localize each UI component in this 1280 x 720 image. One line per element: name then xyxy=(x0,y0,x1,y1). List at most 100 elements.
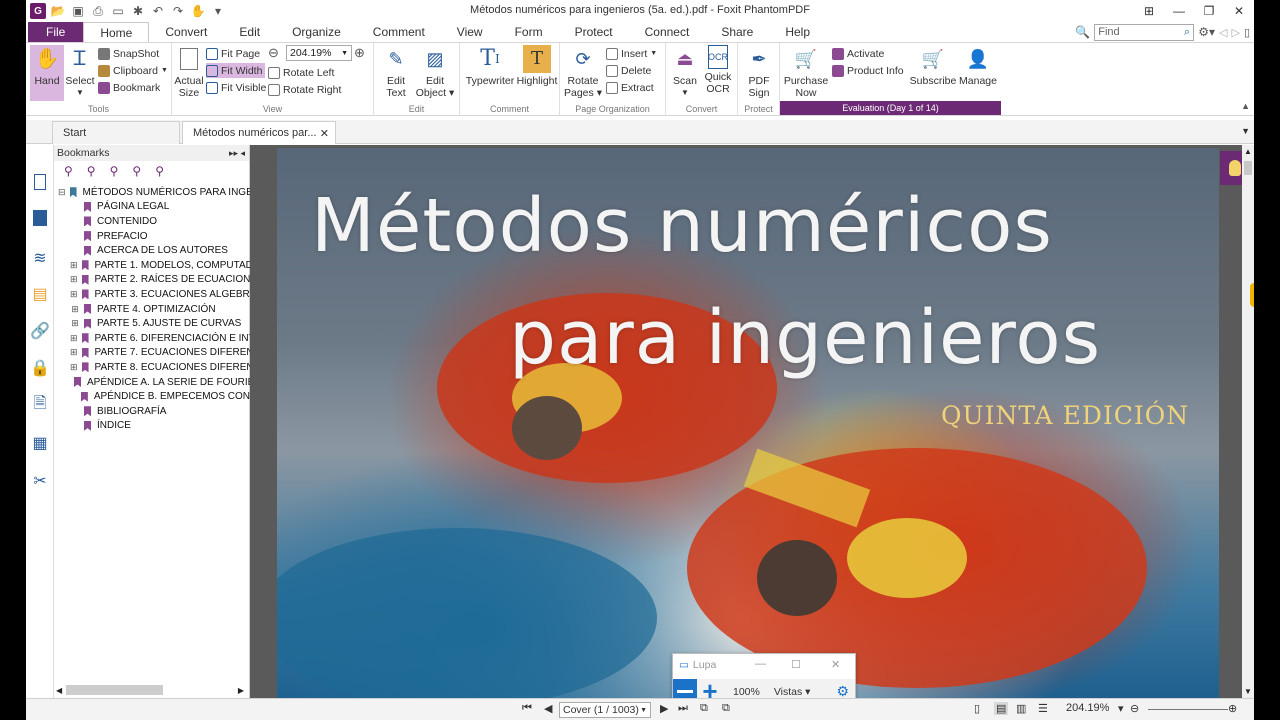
zoom-select[interactable]: 204.19% ▼ xyxy=(286,45,352,61)
edit-object-button[interactable]: ▨ Edit Object ▾ xyxy=(414,45,456,99)
previous-view-icon[interactable]: ⧉ xyxy=(700,702,708,715)
rotate-left-button[interactable]: Rotate Left xyxy=(268,65,334,80)
forward-icon[interactable]: ▷ xyxy=(1231,26,1239,39)
bookmark-item[interactable]: APÉNDICE B. EMPECEMOS CON xyxy=(54,389,250,404)
zoom-out-icon[interactable]: ⊖ xyxy=(268,45,279,61)
panel-collapse-icons[interactable]: ▸▸ ◂ xyxy=(229,148,245,159)
next-view-icon[interactable]: ⧉ xyxy=(722,702,730,715)
close-button[interactable]: ✕ xyxy=(1224,0,1254,22)
scroll-thumb[interactable] xyxy=(66,685,163,695)
scroll-down-icon[interactable]: ▼ xyxy=(1244,687,1252,696)
settings-gear-icon[interactable]: ⚙ xyxy=(836,683,849,698)
status-zoom-in-icon[interactable]: ⊕ xyxy=(1228,702,1237,715)
tab-help[interactable]: Help xyxy=(769,22,826,42)
bookmark-item[interactable]: PREFACIO xyxy=(54,229,250,244)
scroll-thumb[interactable] xyxy=(1244,161,1252,175)
expand-toggle-icon[interactable]: ⊞ xyxy=(70,318,80,329)
rotate-pages-button[interactable]: ⟳ Rotate Pages ▾ xyxy=(564,45,602,99)
layers-icon[interactable]: ≋ xyxy=(31,249,49,267)
open-icon[interactable]: 📂 xyxy=(50,3,66,19)
attachment-icon[interactable]: 🔗 xyxy=(30,322,50,340)
expand-toggle-icon[interactable]: ⊞ xyxy=(70,347,78,358)
tab-home[interactable]: Home xyxy=(83,22,150,42)
tab-connect[interactable]: Connect xyxy=(629,22,706,42)
redo-icon[interactable]: ↷ xyxy=(170,3,186,19)
typewriter-button[interactable]: TI Typewriter xyxy=(464,45,516,88)
fit-page-button[interactable]: Fit Page xyxy=(206,46,260,61)
tab-share[interactable]: Share xyxy=(705,22,769,42)
continuous-facing-icon[interactable]: ☰ xyxy=(1038,702,1048,715)
bookmark-button[interactable]: Bookmark xyxy=(98,80,160,95)
expand-toggle-icon[interactable]: ⊟ xyxy=(58,187,66,198)
find-folder-icon[interactable]: 🔍 xyxy=(1075,25,1090,39)
add-bookmark-icon[interactable]: ⚲ xyxy=(87,164,96,178)
snapshot-button[interactable]: SnapShot xyxy=(98,46,159,61)
save-icon[interactable]: ▣ xyxy=(70,3,86,19)
quick-ocr-button[interactable]: OCR Quick OCR xyxy=(702,45,734,95)
print-icon[interactable]: ⎙ xyxy=(90,3,106,19)
bookmark-item[interactable]: ACERCA DE LOS AUTORES xyxy=(54,243,250,258)
search-icon[interactable]: ⌕ xyxy=(1184,26,1190,39)
maximize-button[interactable]: ❐ xyxy=(1194,0,1224,22)
page-icon[interactable]: ▯ xyxy=(1244,26,1254,39)
previous-page-button[interactable]: ◀ xyxy=(544,702,552,715)
expand-toggle-icon[interactable]: ⊞ xyxy=(70,362,78,373)
subscribe-button[interactable]: 🛒 Subscribe xyxy=(910,45,957,87)
expand-bookmark-icon[interactable]: ⚲ xyxy=(132,164,141,178)
comments-icon[interactable]: ▤ xyxy=(31,285,49,303)
scroll-up-icon[interactable]: ▲ xyxy=(1244,147,1252,156)
magnifier-maximize-button[interactable]: ☐ xyxy=(791,658,801,671)
manage-button[interactable]: 👤 Manage xyxy=(958,45,998,87)
page-thumbnail-icon[interactable] xyxy=(31,173,49,191)
tab-start[interactable]: Start xyxy=(52,121,180,144)
new-bookmark-icon[interactable]: ⚲ xyxy=(64,164,73,178)
bookmark-item[interactable]: ⊞ PARTE 3. ECUACIONES ALGEBRAICAS xyxy=(54,287,250,302)
tab-view[interactable]: View xyxy=(441,22,499,42)
bookmark-item[interactable]: BIBLIOGRAFÍA xyxy=(54,404,250,419)
bookmark-item[interactable]: APÉNDICE A. LA SERIE DE FOURIER xyxy=(54,375,250,390)
restore-ribbon-icon[interactable]: ⊞ xyxy=(1134,0,1164,22)
next-page-button[interactable]: ▶ xyxy=(660,702,668,715)
single-page-icon[interactable]: ▯ xyxy=(974,702,980,715)
tab-file[interactable]: File xyxy=(28,22,84,42)
tab-organize[interactable]: Organize xyxy=(276,22,357,42)
gear-icon[interactable]: ⚙▾ xyxy=(1198,25,1215,39)
bookmark-item[interactable]: CONTENIDO xyxy=(54,214,250,229)
bookmark-item[interactable]: ⊞ PARTE 4. OPTIMIZACIÓN xyxy=(54,302,250,317)
expand-toggle-icon[interactable]: ⊞ xyxy=(70,289,78,300)
pdf-sign-button[interactable]: ✒ PDF Sign xyxy=(744,45,774,99)
scroll-right-icon[interactable]: ▶ xyxy=(238,686,244,695)
lock-icon[interactable]: 🔒 xyxy=(30,359,50,377)
delete-button[interactable]: Delete xyxy=(606,63,651,78)
scan-button[interactable]: ⏏ Scan ▼ xyxy=(670,45,700,99)
document-viewer[interactable]: Métodos numéricos para ingenieros QUINTA… xyxy=(250,145,1254,698)
tab-document[interactable]: Métodos numéricos par... ✕ xyxy=(182,121,336,144)
bookmark-options-icon[interactable]: ⚲ xyxy=(155,164,164,178)
zoom-out-button[interactable] xyxy=(673,679,697,698)
expand-toggle-icon[interactable]: ⊞ xyxy=(70,274,78,285)
activate-button[interactable]: Activate xyxy=(832,46,884,61)
tab-list-icon[interactable]: ▼ xyxy=(1241,126,1250,136)
find-input[interactable]: Find ⌕ xyxy=(1094,23,1195,41)
expand-toggle-icon[interactable]: ⊞ xyxy=(70,333,78,344)
bookmark-item[interactable]: ⊞ PARTE 8. ECUACIONES DIFERENCIALES xyxy=(54,360,250,375)
bookmark-item[interactable]: ⊞ PARTE 2. RAÍCES DE ECUACIONES xyxy=(54,273,250,288)
undo-icon[interactable]: ↶ xyxy=(150,3,166,19)
fit-width-button[interactable]: Fit Width xyxy=(206,63,266,78)
tab-comment[interactable]: Comment xyxy=(357,22,441,42)
scroll-left-icon[interactable]: ◀ xyxy=(56,686,62,695)
edit-text-button[interactable]: ✎ Edit Text xyxy=(380,45,412,99)
recent-icon[interactable]: ✱ xyxy=(130,3,146,19)
tab-protect[interactable]: Protect xyxy=(559,22,629,42)
bookmark-item[interactable]: PÁGINA LEGAL xyxy=(54,200,250,215)
hand-tool-icon[interactable]: ✋ xyxy=(190,3,206,19)
tab-edit[interactable]: Edit xyxy=(223,22,276,42)
page-input[interactable]: Cover (1 / 1003) ▼ xyxy=(559,702,651,718)
last-page-button[interactable]: ⏭ xyxy=(678,702,688,715)
magnifier-minimize-button[interactable]: — xyxy=(755,658,766,670)
bookmarks-horizontal-scrollbar[interactable]: ◀ ▶ xyxy=(56,684,244,696)
page-select[interactable]: Cover (1 / 1003) ▼ xyxy=(559,702,651,718)
close-tab-icon[interactable]: ✕ xyxy=(320,127,329,140)
collapse-ribbon-icon[interactable]: ▲ xyxy=(1241,101,1250,111)
product-info-button[interactable]: Product Info xyxy=(832,63,904,78)
